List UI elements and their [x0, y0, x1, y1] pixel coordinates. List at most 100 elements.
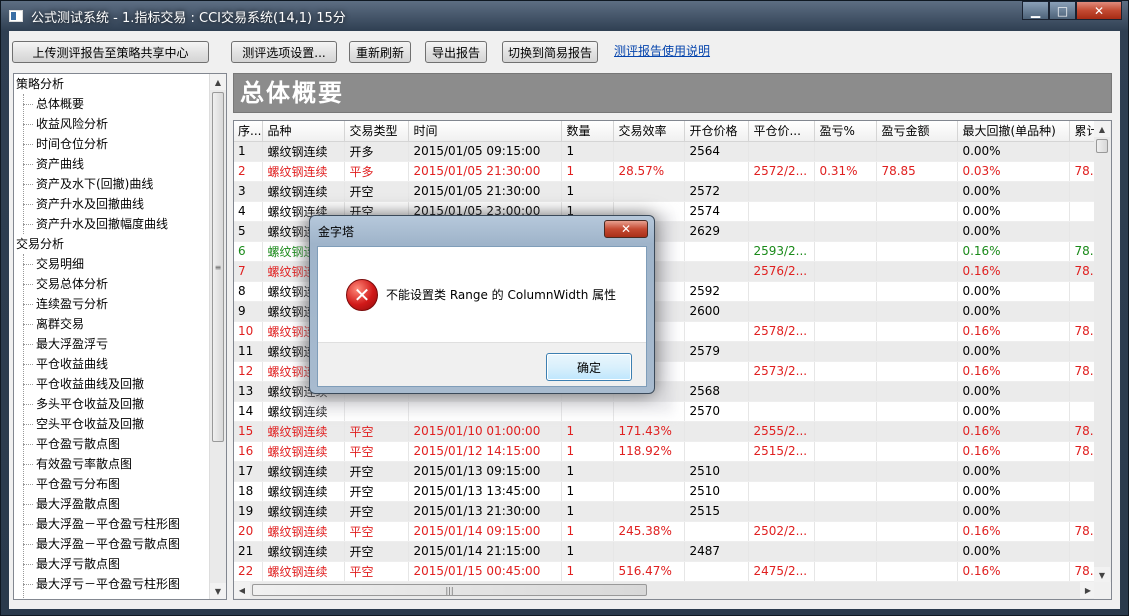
hscroll-thumb[interactable]: |||	[252, 584, 647, 596]
table-row[interactable]: 22 螺纹钢连续 平空 2015/01/15 00:45:00 1 516.47% 2475…	[234, 561, 1104, 582]
tree-item[interactable]: 最大浮亏－平仓盈亏柱形图	[14, 574, 226, 594]
tree-item[interactable]: 最大浮盈－平仓盈亏柱形图	[14, 514, 226, 534]
scroll-left-icon[interactable]: ◀	[234, 582, 250, 598]
table-cell: 16	[234, 441, 264, 462]
upload-report-button[interactable]: 上传测评报告至策略共享中心	[12, 41, 209, 63]
error-dialog: 金字塔 ✕ ✕ 不能设置类 Range 的 ColumnWidth 属性 确定	[309, 215, 655, 394]
scroll-down-icon[interactable]: ▼	[210, 583, 226, 599]
table-cell	[814, 441, 878, 462]
tree-item[interactable]: 总体概要	[14, 94, 226, 114]
table-cell	[748, 461, 816, 482]
toolbar: 上传测评报告至策略共享中心 测评选项设置... 重新刷新 导出报告 切换到简易报…	[9, 31, 1120, 69]
table-row[interactable]: 21 螺纹钢连续 开空 2015/01/14 21:15:00 1 2487 0.00%	[234, 541, 1104, 562]
tree-items: 策略分析 总体概要 收益风险分析 时间仓位分析 资产曲线 资产及水下(回撤)曲线 资产升水及…	[14, 74, 226, 594]
maximize-button[interactable]: □	[1049, 1, 1076, 20]
table-cell	[814, 261, 878, 282]
options-settings-button[interactable]: 测评选项设置...	[231, 41, 337, 63]
table-row[interactable]: 19 螺纹钢连续 开空 2015/01/13 21:30:00 1 2515 0.00%	[234, 501, 1104, 522]
table-row[interactable]: 16 螺纹钢连续 平空 2015/01/12 14:15:00 1 118.92% 2515…	[234, 441, 1104, 462]
table-cell	[814, 381, 878, 402]
tree-item[interactable]: 资产及水下(回撤)曲线	[14, 174, 226, 194]
table-cell: 螺纹钢连续	[262, 181, 346, 202]
tree-group[interactable]: 策略分析	[14, 74, 226, 94]
close-button[interactable]: ✕	[1076, 1, 1122, 20]
column-header[interactable]: 品种	[262, 121, 346, 142]
scroll-up-icon[interactable]: ▲	[210, 74, 226, 90]
tree-item[interactable]: 连续盈亏分析	[14, 294, 226, 314]
export-report-button[interactable]: 导出报告	[425, 41, 487, 63]
tree-item[interactable]: 平仓盈亏分布图	[14, 474, 226, 494]
table-cell	[876, 261, 959, 282]
column-header[interactable]: 开仓价格	[684, 121, 750, 142]
tree-item[interactable]: 空头平仓收益及回撤	[14, 414, 226, 434]
scroll-thumb[interactable]	[1096, 139, 1108, 153]
column-header[interactable]: 序...	[234, 121, 264, 142]
table-cell: 2600	[684, 301, 750, 322]
table-hscroll[interactable]: ◀ ||| ▶	[234, 582, 1096, 599]
tree-item[interactable]: 时间仓位分析	[14, 134, 226, 154]
column-header[interactable]: 盈亏%	[814, 121, 878, 142]
table-row[interactable]: 1 螺纹钢连续 开多 2015/01/05 09:15:00 1 2564 0.00%	[234, 141, 1104, 162]
tree-group[interactable]: 交易分析	[14, 234, 226, 254]
dialog-close-button[interactable]: ✕	[604, 220, 648, 238]
scroll-up-icon[interactable]: ▲	[1094, 121, 1110, 137]
column-header[interactable]: 数量	[561, 121, 615, 142]
refresh-button[interactable]: 重新刷新	[349, 41, 411, 63]
tree-item[interactable]: 最大浮盈－平仓盈亏散点图	[14, 534, 226, 554]
table-vscroll[interactable]: ▲ ▼	[1094, 121, 1111, 583]
table-cell	[814, 281, 878, 302]
table-cell	[613, 461, 686, 482]
table-cell	[613, 481, 686, 502]
column-header[interactable]: 交易类型	[344, 121, 410, 142]
table-cell: 2592	[684, 281, 750, 302]
table-cell: 2015/01/15 00:45:00	[408, 561, 563, 582]
tree-item[interactable]: 多头平仓收益及回撤	[14, 394, 226, 414]
tree-item[interactable]: 离群交易	[14, 314, 226, 334]
scroll-down-icon[interactable]: ▼	[1094, 567, 1110, 583]
ok-button[interactable]: 确定	[546, 353, 632, 381]
tree-item-label: 资产曲线	[36, 157, 85, 171]
switch-simple-report-button[interactable]: 切换到简易报告	[502, 41, 598, 63]
scroll-corner	[1094, 582, 1111, 599]
column-header[interactable]: 平仓价...	[748, 121, 816, 142]
table-cell: 20	[234, 521, 264, 542]
tree-item[interactable]: 最大浮盈浮亏	[14, 334, 226, 354]
table-cell: 1	[561, 461, 615, 482]
tree-item[interactable]: 有效盈亏率散点图	[14, 454, 226, 474]
table-cell	[814, 321, 878, 342]
table-cell	[684, 261, 750, 282]
tree-item[interactable]: 资产曲线	[14, 154, 226, 174]
table-cell	[613, 141, 686, 162]
minimize-button[interactable]: ▁	[1022, 1, 1049, 20]
tree-item[interactable]: 平仓收益曲线	[14, 354, 226, 374]
tree-scrollbar[interactable]: ▲ ≡ ▼	[209, 74, 226, 599]
table-row[interactable]: 15 螺纹钢连续 平空 2015/01/10 01:00:00 1 171.43% 2555…	[234, 421, 1104, 442]
table-row[interactable]: 3 螺纹钢连续 开空 2015/01/05 21:30:00 1 2572 0.00%	[234, 181, 1104, 202]
page-title: 总体概要	[233, 73, 1112, 113]
column-header[interactable]: 时间	[408, 121, 563, 142]
title-bar[interactable]: 公式测试系统 - 1.指标交易 : CCI交易系统(14,1) 15分 ▁ □ …	[1, 1, 1128, 31]
column-header[interactable]: 盈亏金额	[876, 121, 959, 142]
tree-item-label: 资产升水及回撤曲线	[36, 197, 145, 211]
tree-item[interactable]: 平仓收益曲线及回撤	[14, 374, 226, 394]
tree-item[interactable]: 资产升水及回撤曲线	[14, 194, 226, 214]
tree-item[interactable]: 资产升水及回撤幅度曲线	[14, 214, 226, 234]
table-row[interactable]: 20 螺纹钢连续 平空 2015/01/14 09:15:00 1 245.38% 2502…	[234, 521, 1104, 542]
tree-item[interactable]: 最大浮盈散点图	[14, 494, 226, 514]
help-link[interactable]: 测评报告使用说明	[614, 42, 710, 59]
tree-item[interactable]: 收益风险分析	[14, 114, 226, 134]
table-cell: 17	[234, 461, 264, 482]
column-header[interactable]: 交易效率	[613, 121, 686, 142]
table-cell: 11	[234, 341, 264, 362]
tree-item[interactable]: 交易总体分析	[14, 274, 226, 294]
table-row[interactable]: 18 螺纹钢连续 开空 2015/01/13 13:45:00 1 2510 0.00%	[234, 481, 1104, 502]
table-row[interactable]: 2 螺纹钢连续 平多 2015/01/05 21:30:00 1 28.57% 2572/2…	[234, 161, 1104, 182]
tree-item-label: 最大浮亏－平仓盈亏柱形图	[36, 577, 181, 591]
scroll-thumb[interactable]: ≡	[212, 92, 224, 442]
tree-item[interactable]: 交易明细	[14, 254, 226, 274]
table-row[interactable]: 17 螺纹钢连续 开空 2015/01/13 09:15:00 1 2510 0.00%	[234, 461, 1104, 482]
table-cell: 118.92%	[613, 441, 686, 462]
tree-item[interactable]: 平仓盈亏散点图	[14, 434, 226, 454]
tree-item[interactable]: 最大浮亏散点图	[14, 554, 226, 574]
column-header[interactable]: 最大回撤(单品种)	[957, 121, 1071, 142]
